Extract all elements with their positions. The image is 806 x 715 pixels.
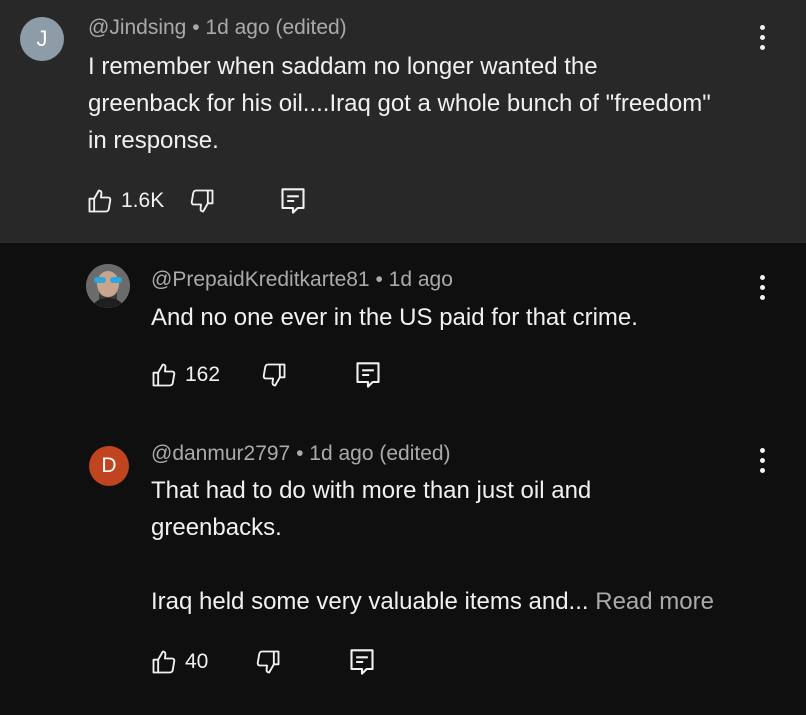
dislike-button[interactable] [254,648,282,676]
meta-separator: • [369,268,389,291]
comment-actions: 40 [150,645,375,679]
meta-separator: • [290,442,310,465]
reply-icon [281,188,305,214]
comment-jindsing: J @Jindsing • 1d ago (edited) I remember… [0,0,806,243]
author-name[interactable]: @PrepaidKreditkarte81 [151,268,370,291]
comment-line: And no one ever in the US paid for that … [151,304,638,331]
truncated-text: Iraq held some very valuable items and..… [151,588,596,615]
avatar[interactable]: D [89,446,129,486]
reply-icon [356,362,380,388]
thumb-down-icon [257,650,280,674]
profile-photo-icon [86,264,130,308]
like-count: 1.6K [121,189,165,212]
like-count: 162 [185,363,221,386]
like-button[interactable]: 40 [150,648,208,676]
reply-icon [350,649,374,675]
thumb-down-icon [190,189,214,213]
comment-meta: @PrepaidKreditkarte81 • 1d ago [151,268,453,292]
dislike-button[interactable] [260,361,288,389]
comment-time: 1d ago (edited) [309,442,451,465]
author-name[interactable]: @Jindsing [88,16,186,39]
thumb-up-icon [152,363,176,387]
comment-line: greenback for his oil....Iraq got a whol… [88,90,711,117]
comment-thread: J @Jindsing • 1d ago (edited) I remember… [0,0,806,715]
reply-prepaidkreditkarte81: @PrepaidKreditkarte81 • 1d ago And no on… [0,243,806,423]
comment-line: greenbacks. [151,514,282,541]
comment-text: And no one ever in the US paid for that … [151,299,771,336]
comment-actions: 162 [150,358,381,392]
comment-text: I remember when saddam no longer wanted … [88,48,778,159]
like-count: 40 [185,650,209,673]
more-vert-icon[interactable] [752,272,772,302]
more-vert-icon[interactable] [752,22,772,52]
more-vert-icon[interactable] [752,445,772,475]
thumb-up-icon [152,650,176,674]
like-button[interactable]: 162 [150,361,220,389]
comment-line: I remember when saddam no longer wanted … [88,53,598,80]
avatar[interactable]: J [20,17,64,61]
comment-meta: @Jindsing • 1d ago (edited) [88,16,347,40]
reply-danmur2797: D @danmur2797 • 1d ago (edited) That had… [0,423,806,715]
thumb-down-icon [262,363,286,387]
reply-button[interactable] [349,648,375,676]
comment-text: That had to do with more than just oil a… [151,472,771,620]
reply-button[interactable] [355,361,381,389]
avatar[interactable] [86,264,130,308]
thumb-up-icon [88,189,112,213]
meta-separator: • [186,16,206,39]
reply-button[interactable] [280,187,306,215]
comment-actions: 1.6K [86,184,306,218]
comment-time: 1d ago (edited) [205,16,347,39]
comment-line: Iraq held some very valuable items and..… [151,583,771,620]
read-more-link[interactable]: Read more [595,588,714,615]
like-button[interactable]: 1.6K [86,187,164,215]
comment-time: 1d ago [388,268,453,291]
comment-line: That had to do with more than just oil a… [151,477,592,504]
comment-line: in response. [88,127,219,154]
author-name[interactable]: @danmur2797 [151,442,290,465]
comment-meta: @danmur2797 • 1d ago (edited) [151,442,451,466]
dislike-button[interactable] [188,187,216,215]
